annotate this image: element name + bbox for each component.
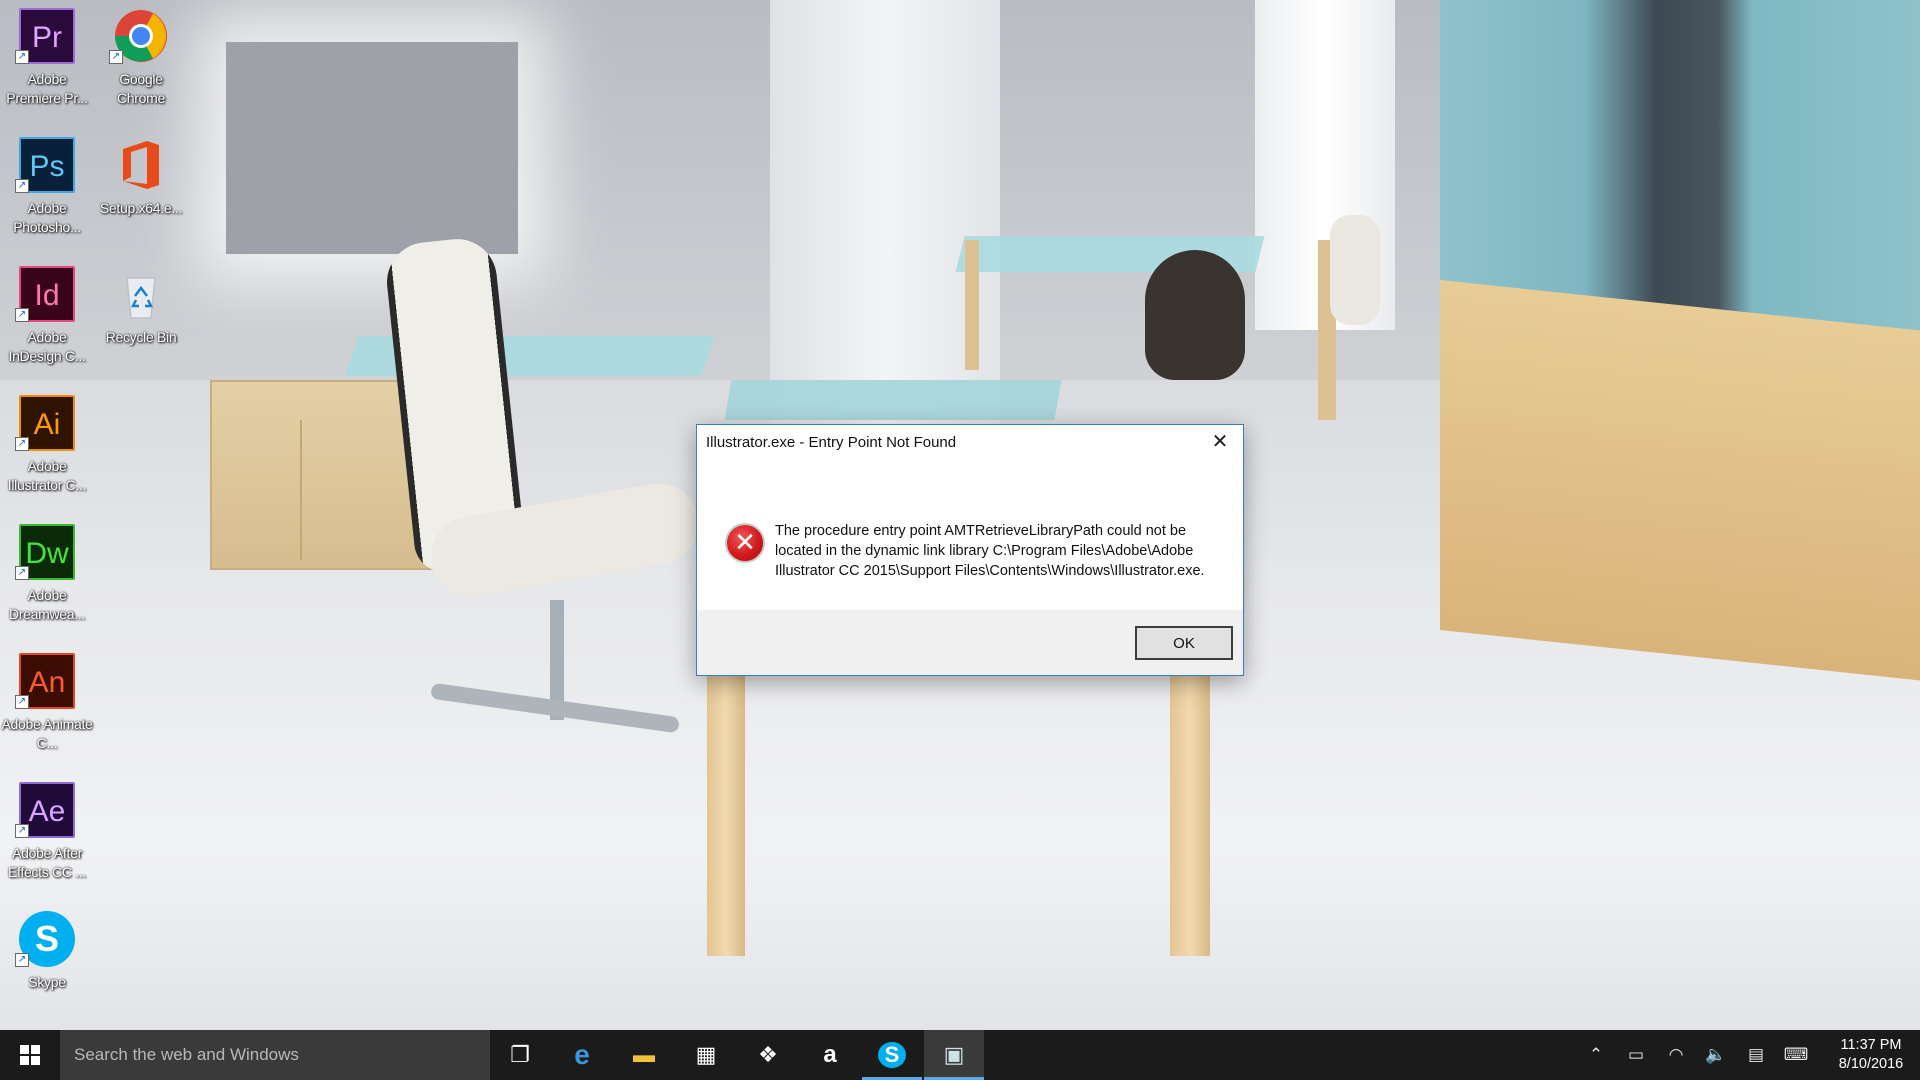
desktop-icon-label: Setup.x64.e... bbox=[99, 200, 183, 216]
action-center-button[interactable]: ▤ bbox=[1743, 1042, 1769, 1068]
wallpaper-white-chair bbox=[1330, 215, 1380, 325]
windows-logo-icon bbox=[20, 1045, 40, 1065]
shortcut-arrow-icon: ↗ bbox=[15, 50, 29, 64]
clock-date: 8/10/2016 bbox=[1838, 1056, 1904, 1072]
action-center-icon: ▤ bbox=[1747, 1045, 1765, 1064]
taskbar-dropbox[interactable]: ❖ bbox=[738, 1030, 798, 1080]
amazon-icon: a bbox=[823, 1041, 837, 1068]
desktop-icon-label: Recycle Bin bbox=[105, 329, 177, 345]
battery-button[interactable]: ▭ bbox=[1623, 1042, 1649, 1068]
active-window-icon: ▣ bbox=[943, 1042, 965, 1067]
clock-time: 11:37 PM bbox=[1840, 1037, 1902, 1053]
shortcut-arrow-icon: ↗ bbox=[15, 824, 29, 838]
touch-keyboard-button[interactable]: ⌨ bbox=[1783, 1042, 1809, 1068]
volume-icon: 🔈 bbox=[1705, 1045, 1727, 1064]
shortcut-arrow-icon: ↗ bbox=[15, 695, 29, 709]
desktop-icon-label: Adobe Photosho... bbox=[13, 200, 81, 235]
desktop-icon-office-setup[interactable]: Setup.x64.e... bbox=[94, 129, 188, 253]
wallpaper-wood-cabinet bbox=[1440, 280, 1920, 681]
taskbar-task-view[interactable]: ❐ bbox=[490, 1030, 550, 1080]
desktop-icon-label: Adobe Illustrator C... bbox=[7, 458, 87, 493]
keyboard-icon: ⌨ bbox=[1783, 1045, 1809, 1064]
show-hidden-icons-icon: ⌃ bbox=[1588, 1045, 1604, 1064]
close-icon: ✕ bbox=[1211, 431, 1229, 453]
dialog-message: The procedure entry point AMTRetrieveLib… bbox=[775, 523, 1205, 579]
taskbar-clock[interactable]: 11:37 PM 8/10/2016 bbox=[1826, 1036, 1916, 1074]
edge-icon: e bbox=[574, 1039, 590, 1070]
taskbar-active-window[interactable]: ▣ bbox=[924, 1030, 984, 1080]
wallpaper-desk-leg bbox=[707, 676, 745, 956]
desktop-icon-premiere[interactable]: Pr ↗ Adobe Premiere Pr... bbox=[0, 0, 94, 124]
file-explorer-icon: ▬ bbox=[633, 1042, 655, 1067]
dialog-body: ✕ The procedure entry point AMTRetrieveL… bbox=[697, 461, 1243, 635]
ok-button[interactable]: OK bbox=[1135, 626, 1233, 660]
error-dialog: Illustrator.exe - Entry Point Not Found … bbox=[696, 424, 1244, 676]
desktop-icon-indesign[interactable]: Id ↗ Adobe InDesign C... bbox=[0, 258, 94, 382]
taskbar-amazon[interactable]: a bbox=[800, 1030, 860, 1080]
desktop-icon-skype[interactable]: S ↗ Skype bbox=[0, 903, 94, 1027]
taskbar-store[interactable]: ▦ bbox=[676, 1030, 736, 1080]
desktop-icon-illustrator[interactable]: Ai ↗ Adobe Illustrator C... bbox=[0, 387, 94, 511]
taskbar: Search the web and Windows ❐ e ▬ ▦ ❖ a S… bbox=[0, 1030, 1920, 1080]
task-view-icon: ❐ bbox=[510, 1042, 530, 1067]
shortcut-arrow-icon: ↗ bbox=[15, 179, 29, 193]
desktop-icon-label: Adobe InDesign C... bbox=[8, 329, 86, 364]
desktop-icon-animate[interactable]: An ↗ Adobe Animate C... bbox=[0, 645, 94, 769]
wallpaper-desk-glass bbox=[724, 380, 1062, 420]
desktop-icon-label: Adobe Premiere Pr... bbox=[6, 71, 88, 106]
desktop-icon-recycle-bin[interactable]: Recycle Bin bbox=[94, 258, 188, 382]
taskbar-file-explorer[interactable]: ▬ bbox=[614, 1030, 674, 1080]
battery-icon: ▭ bbox=[1627, 1045, 1645, 1064]
shortcut-arrow-icon: ↗ bbox=[15, 437, 29, 451]
dialog-footer: OK bbox=[697, 610, 1243, 675]
dialog-title: Illustrator.exe - Entry Point Not Found bbox=[706, 434, 957, 451]
shortcut-arrow-icon: ↗ bbox=[109, 50, 123, 64]
taskbar-skype[interactable]: S bbox=[862, 1030, 922, 1080]
shortcut-arrow-icon: ↗ bbox=[15, 566, 29, 580]
network-button[interactable]: ◠ bbox=[1663, 1042, 1689, 1068]
store-icon: ▦ bbox=[695, 1042, 717, 1067]
start-button[interactable] bbox=[0, 1030, 60, 1080]
desktop-icon-label: Adobe After Effects CC ... bbox=[7, 845, 86, 880]
wallpaper-desk-leg bbox=[965, 240, 979, 370]
close-button[interactable]: ✕ bbox=[1197, 425, 1243, 459]
wallpaper-desk-leg bbox=[1170, 676, 1210, 956]
wallpaper-dark-chair bbox=[1145, 250, 1245, 380]
wifi-icon: ◠ bbox=[1668, 1045, 1684, 1064]
desktop-icon-chrome[interactable]: ↗ Google Chrome bbox=[94, 0, 188, 124]
desktop-icon-dreamweaver[interactable]: Dw ↗ Adobe Dreamwea... bbox=[0, 516, 94, 640]
desktop-icon-label: Adobe Dreamwea... bbox=[8, 587, 86, 622]
dropbox-icon: ❖ bbox=[758, 1042, 778, 1067]
error-icon: ✕ bbox=[725, 523, 765, 563]
shortcut-arrow-icon: ↗ bbox=[15, 953, 29, 967]
desktop-icon-after-effects[interactable]: Ae ↗ Adobe After Effects CC ... bbox=[0, 774, 94, 898]
office-setup-icon bbox=[113, 137, 169, 193]
search-placeholder: Search the web and Windows bbox=[74, 1045, 299, 1064]
skype-taskbar-icon: S bbox=[878, 1042, 906, 1068]
wallpaper-wall-screen bbox=[226, 42, 518, 254]
recycle-bin-icon bbox=[113, 266, 169, 322]
show-hidden-icons-button[interactable]: ⌃ bbox=[1583, 1042, 1609, 1068]
desktop-icon-label: Skype bbox=[28, 974, 66, 990]
volume-button[interactable]: 🔈 bbox=[1703, 1042, 1729, 1068]
desktop-icon-label: Google Chrome bbox=[117, 71, 165, 106]
shortcut-arrow-icon: ↗ bbox=[15, 308, 29, 322]
dialog-titlebar[interactable]: Illustrator.exe - Entry Point Not Found … bbox=[697, 425, 1243, 461]
desktop-icon-label: Adobe Animate C... bbox=[1, 716, 93, 751]
taskbar-search-box[interactable]: Search the web and Windows bbox=[60, 1030, 490, 1080]
taskbar-edge[interactable]: e bbox=[552, 1030, 612, 1080]
desktop-icon-photoshop[interactable]: Ps ↗ Adobe Photosho... bbox=[0, 129, 94, 253]
